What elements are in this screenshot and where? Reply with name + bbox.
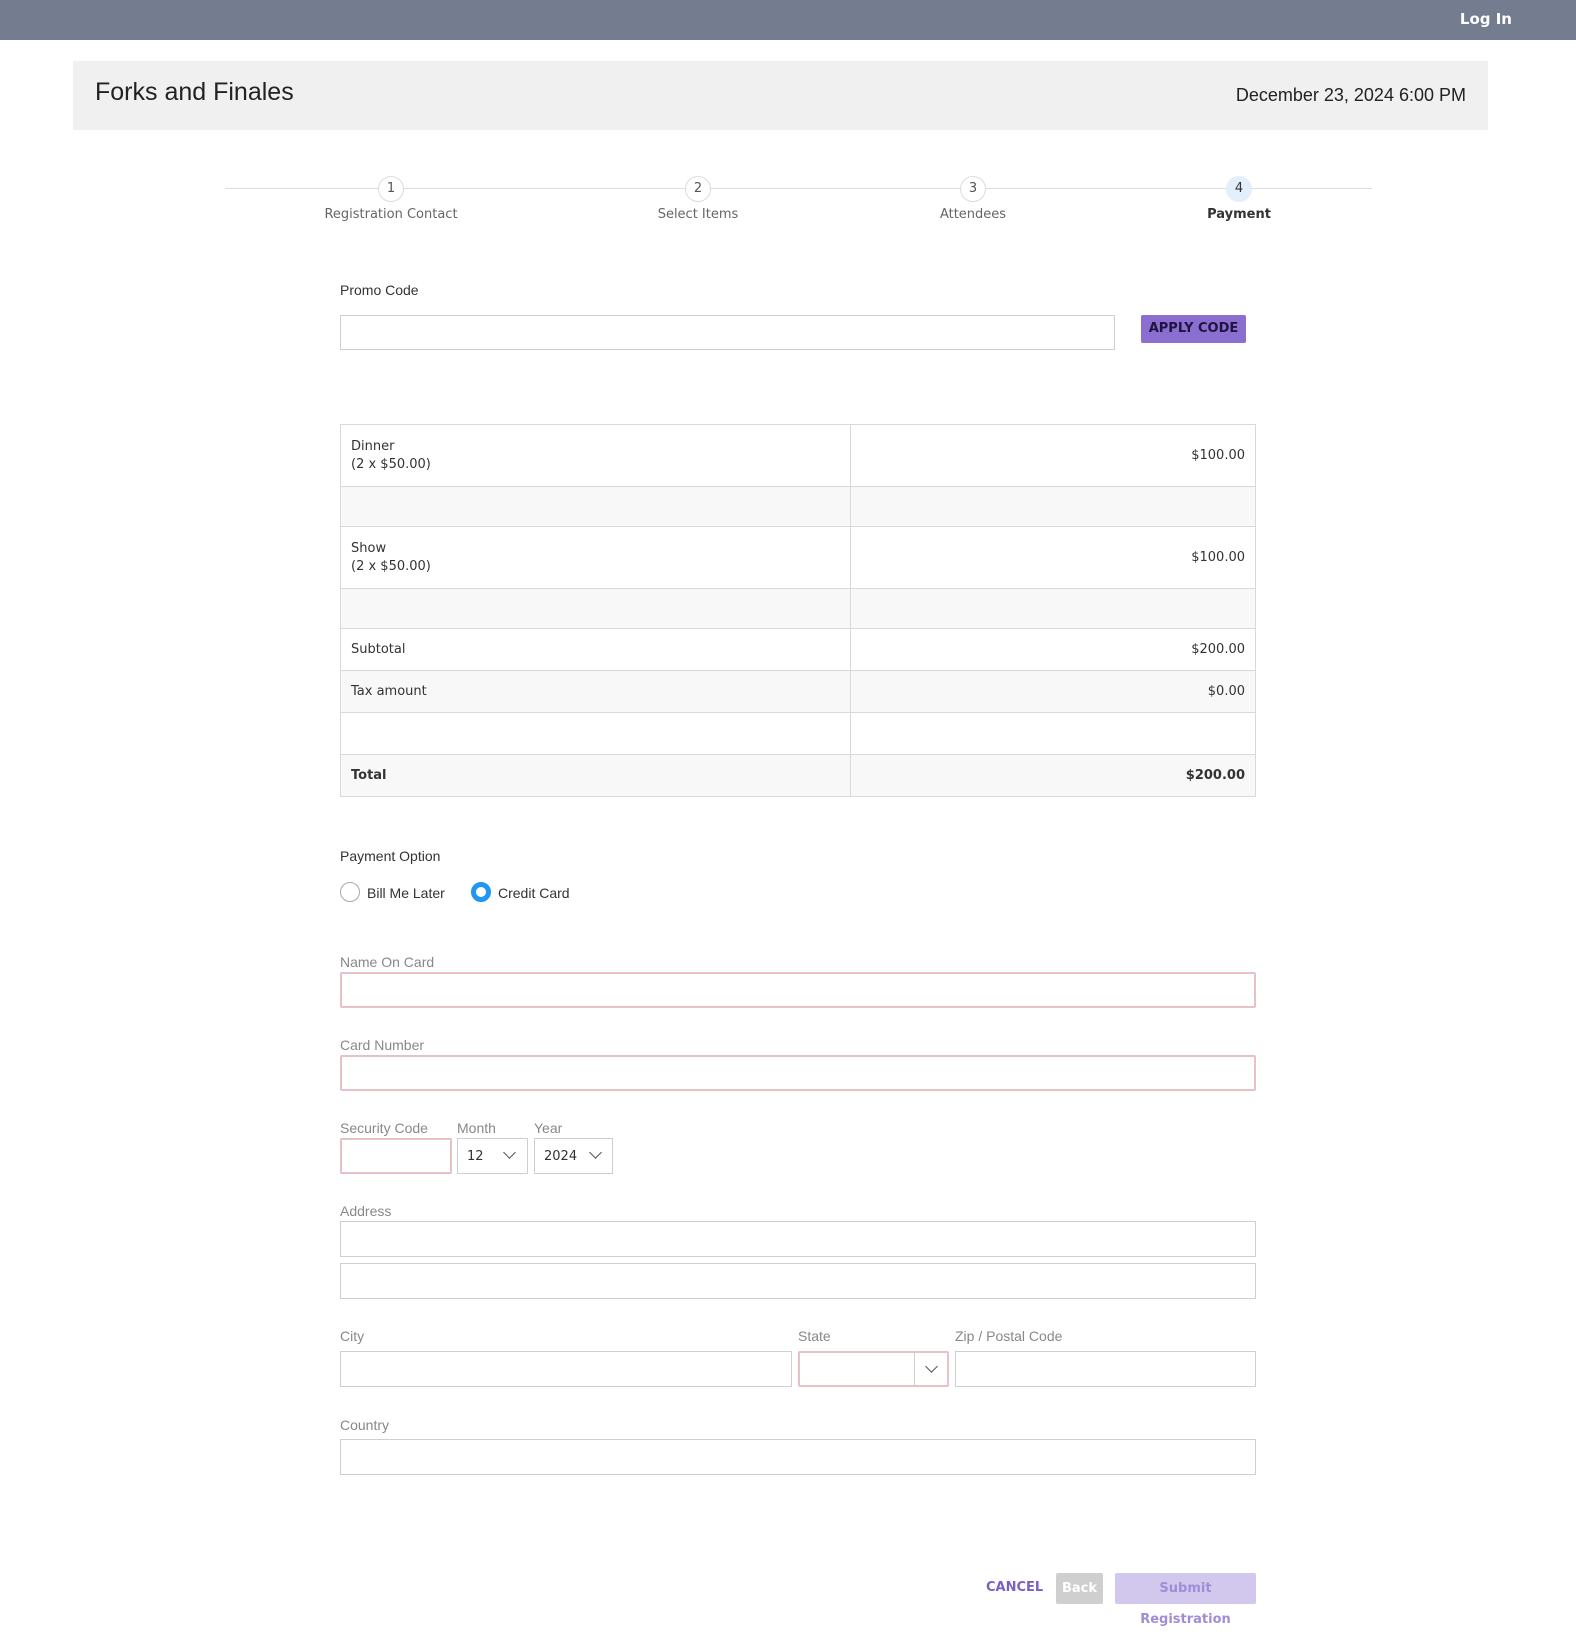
total-amount: $200.00 xyxy=(850,754,1256,797)
subtotal-amount: $200.00 xyxy=(850,628,1256,671)
table-row-spacer xyxy=(340,712,1256,755)
order-summary-table: Dinner (2 x $50.00) $100.00 Show (2 x $5… xyxy=(340,424,1256,797)
chevron-down-icon xyxy=(503,1146,516,1159)
subtotal-row: Subtotal $200.00 xyxy=(340,628,1256,671)
name-on-card-label: Name On Card xyxy=(340,954,435,970)
table-row-spacer xyxy=(340,588,1256,629)
event-title: Forks and Finales xyxy=(95,78,294,106)
card-number-label: Card Number xyxy=(340,1037,425,1053)
step-label: Payment xyxy=(1207,207,1271,222)
step-attendees: 3 Attendees xyxy=(873,176,1073,222)
item-amount: $100.00 xyxy=(850,424,1256,487)
credit-card-radio[interactable] xyxy=(471,882,491,902)
total-row: Total $200.00 xyxy=(340,754,1256,797)
security-code-input[interactable] xyxy=(340,1138,452,1174)
event-datetime: December 23, 2024 6:00 PM xyxy=(1235,85,1466,105)
promo-code-label: Promo Code xyxy=(340,282,419,298)
bill-me-later-label[interactable]: Bill Me Later xyxy=(367,885,445,901)
step-payment: 4 Payment xyxy=(1139,176,1339,222)
step-label: Registration Contact xyxy=(324,207,458,222)
item-amount: $100.00 xyxy=(850,526,1256,589)
zip-label: Zip / Postal Code xyxy=(955,1328,1063,1344)
payment-option-label: Payment Option xyxy=(340,848,441,864)
state-select[interactable] xyxy=(798,1351,949,1387)
step-registration-contact: 1 Registration Contact xyxy=(291,176,491,222)
promo-code-input[interactable] xyxy=(340,315,1115,350)
item-detail: (2 x $50.00) xyxy=(351,457,431,472)
address-line2-input[interactable] xyxy=(340,1263,1256,1299)
tax-label: Tax amount xyxy=(340,670,851,713)
card-number-input[interactable] xyxy=(340,1055,1256,1091)
table-row: Dinner (2 x $50.00) $100.00 xyxy=(340,424,1256,487)
credit-card-label[interactable]: Credit Card xyxy=(498,885,570,901)
progress-steps: 1 Registration Contact 2 Select Items 3 … xyxy=(225,172,1372,242)
step-number: 2 xyxy=(685,176,711,202)
year-select[interactable]: 2024 xyxy=(534,1138,613,1174)
country-label: Country xyxy=(340,1417,390,1433)
select-divider xyxy=(914,1353,915,1385)
month-select[interactable]: 12 xyxy=(457,1138,528,1174)
step-number: 4 xyxy=(1226,176,1252,202)
step-number: 3 xyxy=(960,176,986,202)
total-label: Total xyxy=(340,754,851,797)
table-row-spacer xyxy=(340,486,1256,527)
year-value: 2024 xyxy=(544,1149,578,1164)
chevron-down-icon xyxy=(589,1146,602,1159)
step-number: 1 xyxy=(378,176,404,202)
back-button[interactable]: Back xyxy=(1056,1573,1103,1604)
table-row: Show (2 x $50.00) $100.00 xyxy=(340,526,1256,589)
zip-input[interactable] xyxy=(955,1351,1256,1387)
security-code-label: Security Code xyxy=(340,1120,428,1136)
step-label: Attendees xyxy=(939,207,1007,222)
bill-me-later-radio[interactable] xyxy=(340,882,360,902)
step-select-items: 2 Select Items xyxy=(598,176,798,222)
tax-row: Tax amount $0.00 xyxy=(340,670,1256,713)
cancel-button[interactable]: CANCEL xyxy=(986,1580,1043,1595)
year-label: Year xyxy=(534,1120,563,1136)
top-bar: Log In xyxy=(0,0,1576,40)
step-label: Select Items xyxy=(657,207,739,222)
country-input[interactable] xyxy=(340,1439,1256,1475)
submit-registration-button[interactable]: Submit Registration xyxy=(1115,1573,1256,1627)
state-label: State xyxy=(798,1328,831,1344)
subtotal-label: Subtotal xyxy=(340,628,851,671)
event-header: Forks and Finales December 23, 2024 6:00… xyxy=(73,61,1488,130)
month-label: Month xyxy=(457,1120,496,1136)
item-detail: (2 x $50.00) xyxy=(351,559,431,574)
address-line1-input[interactable] xyxy=(340,1221,1256,1257)
apply-code-button[interactable]: APPLY CODE xyxy=(1141,315,1246,343)
month-value: 12 xyxy=(467,1149,484,1164)
login-link[interactable]: Log In xyxy=(1460,10,1512,28)
item-name: Dinner xyxy=(351,439,395,454)
chevron-down-icon xyxy=(925,1360,938,1373)
city-label: City xyxy=(340,1328,365,1344)
item-name: Show xyxy=(351,541,387,556)
tax-amount: $0.00 xyxy=(850,670,1256,713)
city-input[interactable] xyxy=(340,1351,792,1387)
address-label: Address xyxy=(340,1203,392,1219)
name-on-card-input[interactable] xyxy=(340,972,1256,1008)
